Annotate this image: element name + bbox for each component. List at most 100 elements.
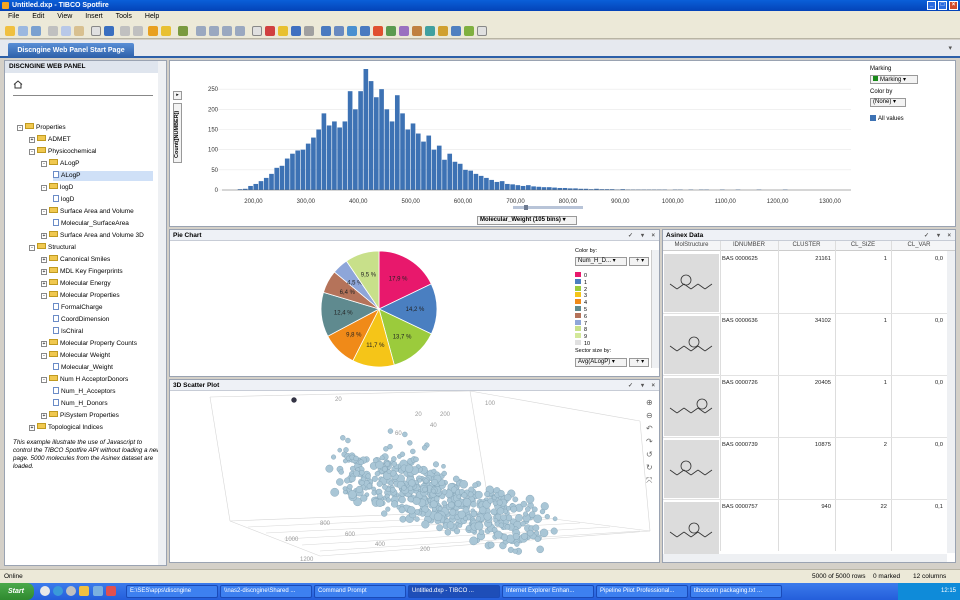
legend-item[interactable]: All values <box>870 115 904 122</box>
column-header[interactable]: MolStructure <box>665 242 718 248</box>
barchart-icon[interactable] <box>347 26 357 36</box>
tree-folder[interactable]: - Molecular Weight <box>41 351 110 361</box>
expand-icon[interactable]: + <box>41 233 47 239</box>
summary-icon[interactable] <box>464 26 474 36</box>
tree-leaf[interactable]: Num_H_Acceptors <box>53 387 116 397</box>
colorby-options[interactable]: + ▾ <box>629 257 649 266</box>
table-row[interactable]: BAS 0000739 10875 2 0,0 <box>663 439 947 500</box>
collapse-icon[interactable]: - <box>29 149 35 155</box>
textarea-icon[interactable] <box>477 26 487 36</box>
lasso-icon[interactable] <box>304 26 314 36</box>
collapse-icon[interactable]: - <box>41 161 47 167</box>
tree-folder[interactable]: - Molecular Properties <box>41 291 120 301</box>
quicklaunch-desktop-icon[interactable] <box>40 586 50 596</box>
layout4-icon[interactable] <box>235 26 245 36</box>
column-header[interactable]: CL_VAR <box>893 242 945 248</box>
task-spotfire[interactable]: Untitled.dxp - TIBCO ... <box>408 585 500 598</box>
menu-view[interactable]: View <box>57 13 72 20</box>
menu-file[interactable]: File <box>8 13 19 20</box>
legend-item[interactable]: 4 <box>575 299 645 306</box>
legend-item[interactable]: 2 <box>575 285 645 293</box>
tab-dropdown-icon[interactable]: ▾ <box>948 44 952 52</box>
rotate-left-icon[interactable]: ↶ <box>646 424 656 437</box>
marking-select[interactable]: Marking ▾ <box>870 75 918 84</box>
collapse-icon[interactable]: - <box>17 125 23 131</box>
table-row[interactable]: BAS 0000636 34102 1 0,0 <box>663 315 947 376</box>
treemap-icon[interactable] <box>425 26 435 36</box>
quicklaunch-app2-icon[interactable] <box>106 586 116 596</box>
data-icon[interactable] <box>178 26 188 36</box>
tree-folder[interactable]: - Num H AcceptorDonors <box>41 375 128 385</box>
tree-folder[interactable]: - Surface Area and Volume <box>41 207 134 217</box>
tree-folder[interactable]: - Physicochemical <box>29 147 96 157</box>
tree-folder[interactable]: + PiSystem Properties <box>41 411 119 421</box>
refresh-icon[interactable] <box>148 26 158 36</box>
tree-folder[interactable]: + Topological Indices <box>29 423 103 433</box>
quicklaunch-media-icon[interactable] <box>66 586 76 596</box>
tree-folder[interactable]: + MDL Key Fingerprints <box>41 267 123 277</box>
open-icon[interactable] <box>5 26 15 36</box>
tree-leaf[interactable]: Molecular_SurfaceArea <box>53 219 129 229</box>
y-axis-selector[interactable]: ▸ Count([NUMBER]) <box>173 91 183 163</box>
quicklaunch-folder-icon[interactable] <box>79 586 89 596</box>
sector-size-select[interactable]: Avg(ALogP) ▾ <box>575 358 627 367</box>
task-pipeline-pilot[interactable]: Pipeline Pilot Professional... <box>596 585 688 598</box>
crosstable-icon[interactable] <box>334 26 344 36</box>
layout3-icon[interactable] <box>222 26 232 36</box>
legend-item[interactable]: 10 <box>575 339 645 347</box>
reset-icon[interactable]: ↻ <box>646 463 656 476</box>
column-header[interactable]: CLUSTER <box>780 242 833 248</box>
tree-folder[interactable]: - Structural <box>29 243 76 253</box>
legend-item[interactable]: 5 <box>575 305 645 313</box>
star-icon[interactable] <box>161 26 171 36</box>
expand-icon[interactable]: + <box>29 425 35 431</box>
close-button[interactable]: × <box>949 1 958 10</box>
layout1-icon[interactable] <box>196 26 206 36</box>
print-icon[interactable] <box>31 26 41 36</box>
tree-leaf[interactable]: CoordDimension <box>53 315 109 325</box>
task-explorer[interactable]: E:\SES\apps\discngine <box>126 585 218 598</box>
expand-icon[interactable]: + <box>41 269 47 275</box>
collapse-icon[interactable]: - <box>29 245 35 251</box>
x-axis-selector[interactable]: Molecular_Weight (105 bins) ▾ <box>477 216 577 225</box>
scatter3d-icon[interactable] <box>399 26 409 36</box>
legend-item[interactable]: 1 <box>575 278 645 286</box>
legend-item[interactable]: 0 <box>575 272 645 279</box>
collapse-icon[interactable]: - <box>41 209 47 215</box>
undo-icon[interactable] <box>120 26 130 36</box>
tree-folder[interactable]: + Surface Area and Volume 3D <box>41 231 144 241</box>
collapse-icon[interactable]: - <box>41 293 47 299</box>
scrollbar[interactable] <box>651 250 659 368</box>
start-button[interactable]: Start <box>0 583 34 600</box>
column-header[interactable]: CL_SIZE <box>837 242 889 248</box>
redo-icon[interactable] <box>133 26 143 36</box>
legend-item[interactable]: 7 <box>575 319 645 327</box>
task-command-prompt[interactable]: Command Prompt <box>314 585 406 598</box>
horizontal-scrollbar[interactable] <box>663 554 947 562</box>
menu-help[interactable]: Help <box>145 13 159 20</box>
piechart-icon[interactable] <box>373 26 383 36</box>
expand-icon[interactable]: + <box>41 281 47 287</box>
scrollbar[interactable] <box>158 61 166 565</box>
task-shared-folder[interactable]: \\nas2-discngine\Shared ... <box>220 585 312 598</box>
zoom-out-icon[interactable]: ⊖ <box>646 411 656 424</box>
tree-leaf[interactable]: logD <box>53 195 74 205</box>
expand-icon[interactable]: + <box>41 413 47 419</box>
zoom-icon[interactable] <box>104 26 114 36</box>
tree-leaf[interactable]: FormalCharge <box>53 303 103 313</box>
rotate-right-icon[interactable]: ↷ <box>646 437 656 450</box>
tree-folder[interactable]: - logD <box>41 183 73 193</box>
tilt-icon[interactable]: ↺ <box>646 450 656 463</box>
tree-folder[interactable]: - ALogP <box>41 159 80 169</box>
table-row[interactable]: BAS 0000625 21161 1 0,0 <box>663 253 947 314</box>
tree-folder[interactable]: + Molecular Property Counts <box>41 339 137 349</box>
paste-icon[interactable] <box>74 26 84 36</box>
legend-item[interactable]: 9 <box>575 333 645 340</box>
colorby-select[interactable]: (None) ▾ <box>870 98 906 107</box>
task-internet-explorer[interactable]: Internet Explorer Enhan... <box>502 585 594 598</box>
zoom-in-icon[interactable]: ⊕ <box>646 398 656 411</box>
pointer-icon[interactable] <box>291 26 301 36</box>
fit-icon[interactable]: ⤧ <box>646 476 656 489</box>
cut-icon[interactable] <box>48 26 58 36</box>
table-row[interactable]: BAS 0000726 20405 1 0,0 <box>663 377 947 438</box>
